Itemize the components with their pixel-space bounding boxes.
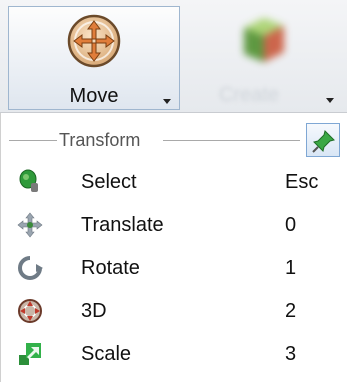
menu-item-label: Scale [81, 343, 132, 365]
transform-section-header: Transform [7, 122, 340, 160]
menu-item-scale[interactable]: Scale 3 [1, 335, 347, 373]
menu-item-shortcut: 0 [285, 214, 297, 236]
menu-item-label: Select [81, 171, 137, 193]
menu-item-label: 3D [81, 300, 107, 322]
section-divider-right [163, 140, 300, 141]
menu-item-label: Rotate [81, 257, 140, 279]
menu-item-shortcut: 3 [285, 343, 297, 365]
pin-icon [312, 130, 335, 153]
menu-item-translate[interactable]: Translate 0 [1, 206, 347, 244]
create-icon [244, 18, 284, 62]
move-icon [67, 14, 121, 68]
menu-item-shortcut: 1 [285, 257, 297, 279]
3d-icon [18, 299, 42, 323]
create-dropdown-arrow-icon[interactable] [326, 98, 334, 103]
section-divider-left [9, 140, 57, 141]
rotate-icon [18, 256, 43, 280]
menu-item-rotate[interactable]: Rotate 1 [1, 249, 347, 287]
move-button-label: Move [69, 85, 119, 107]
toolbar: Move Create [0, 0, 347, 113]
menu-item-shortcut: Esc [285, 171, 319, 193]
menu-item-select[interactable]: Select Esc [1, 163, 347, 201]
create-button-label: Create [218, 84, 280, 106]
translate-icon [17, 212, 43, 238]
menu-item-3d[interactable]: 3D 2 [1, 292, 347, 330]
move-button[interactable]: Move [8, 6, 180, 110]
select-icon [19, 169, 38, 192]
pin-button[interactable] [306, 123, 340, 157]
section-title: Transform [59, 130, 141, 150]
menu-item-label: Translate [81, 214, 164, 236]
transform-menu: Transform Select Esc Translate 0 Rotate … [0, 113, 347, 382]
create-button[interactable]: Create [188, 6, 346, 110]
menu-item-shortcut: 2 [285, 300, 297, 322]
scale-icon [19, 343, 41, 365]
